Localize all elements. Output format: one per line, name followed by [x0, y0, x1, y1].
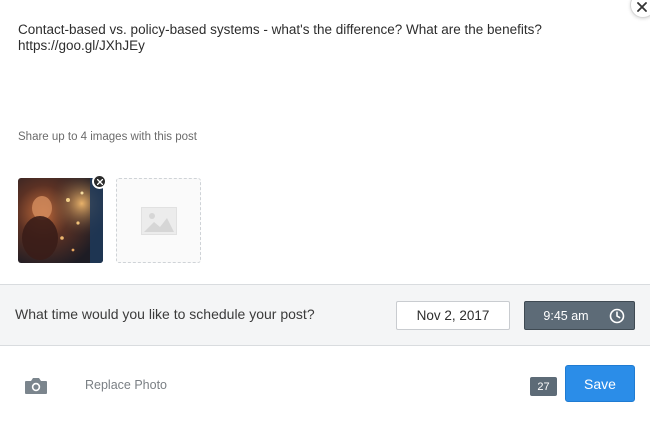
image-placeholder-icon: [140, 206, 177, 235]
camera-icon[interactable]: [24, 377, 48, 395]
attached-image[interactable]: [18, 174, 107, 263]
image-thumbnails: [18, 174, 201, 263]
schedule-date-field[interactable]: Nov 2, 2017: [396, 301, 510, 330]
clock-icon: [609, 308, 625, 324]
composer-footer: Replace Photo 27 Save: [0, 347, 650, 422]
close-dialog-button[interactable]: [630, 0, 650, 18]
replace-photo-link[interactable]: Replace Photo: [85, 378, 167, 392]
schedule-time-field[interactable]: 9:45 am: [524, 301, 635, 330]
share-images-hint: Share up to 4 images with this post: [18, 131, 197, 143]
schedule-question: What time would you like to schedule you…: [15, 306, 315, 322]
schedule-time-value: 9:45 am: [543, 308, 589, 323]
add-image-slot[interactable]: [116, 178, 201, 263]
post-composer[interactable]: Contact-based vs. policy-based systems -…: [18, 22, 618, 122]
close-icon: [637, 2, 647, 12]
save-button[interactable]: Save: [565, 365, 635, 402]
character-count-badge: 27: [530, 377, 557, 396]
schedule-bar: What time would you like to schedule you…: [0, 284, 650, 346]
close-icon: [96, 178, 103, 185]
remove-image-button[interactable]: [92, 174, 107, 189]
post-text[interactable]: Contact-based vs. policy-based systems -…: [18, 22, 618, 54]
photo-thumbnail: [18, 178, 103, 263]
